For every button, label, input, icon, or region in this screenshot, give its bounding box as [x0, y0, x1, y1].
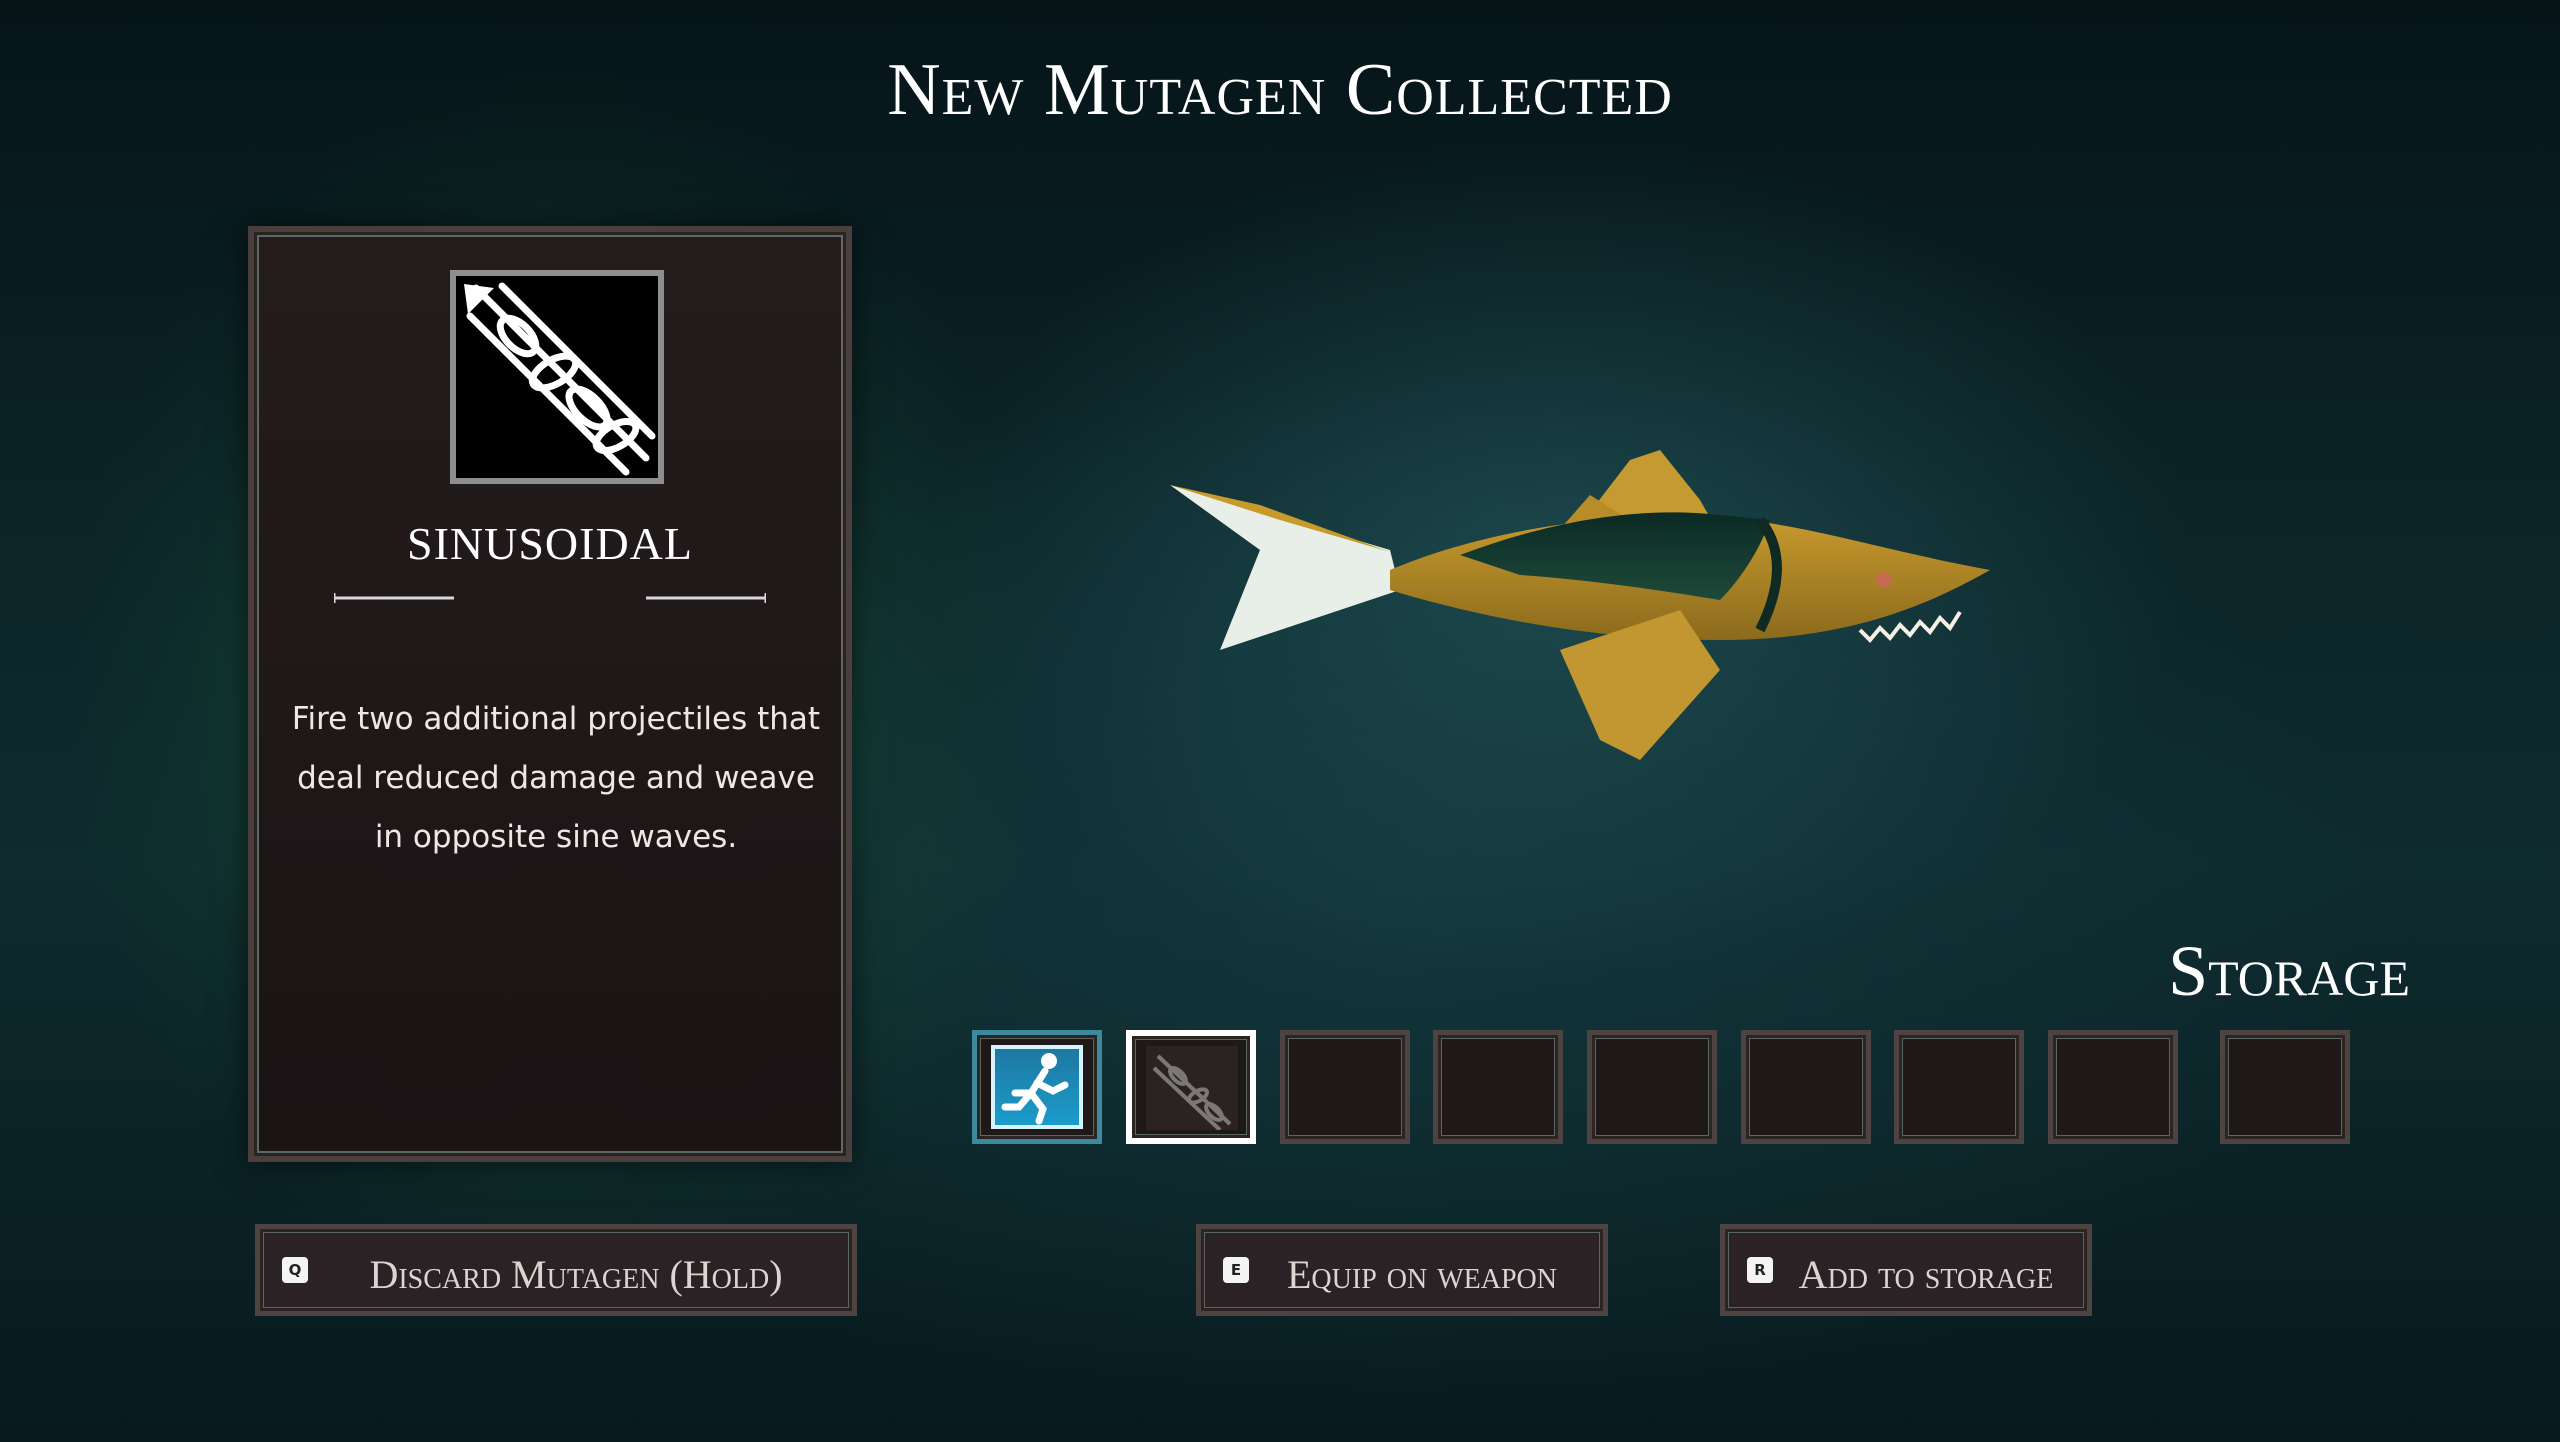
storage-label: Storage	[2168, 931, 2410, 1011]
slot-1-inner	[991, 1045, 1083, 1129]
slot-2-inner	[1146, 1046, 1238, 1132]
storage-slot-2[interactable]	[1126, 1030, 1256, 1144]
storage-slot-5[interactable]	[1587, 1030, 1717, 1144]
equip-on-weapon-button[interactable]: E Equip on weapon	[1196, 1224, 1608, 1316]
divider-left	[334, 593, 454, 603]
discard-label: Discard Mutagen (Hold)	[369, 1252, 783, 1297]
storage-slot-3[interactable]	[1280, 1030, 1410, 1144]
mutagen-name: SINUSOIDAL	[407, 518, 693, 569]
storage-slot-6[interactable]	[1741, 1030, 1871, 1144]
mutagen-description: Fire two additional projectiles that dea…	[291, 701, 821, 855]
divider-right	[646, 593, 766, 603]
discard-mutagen-button[interactable]: Q Discard Mutagen (Hold)	[255, 1224, 857, 1316]
key-q-icon: Q	[282, 1257, 308, 1283]
sinusoidal-projectile-icon	[1152, 1054, 1232, 1132]
storage-slot-8[interactable]	[2048, 1030, 2178, 1144]
mutagen-card: SINUSOIDAL Fire two additional projectil…	[248, 226, 852, 1162]
storage-slot-9[interactable]	[2220, 1030, 2350, 1144]
key-r-icon: R	[1747, 1257, 1773, 1283]
page-title: New Mutagen Collected	[887, 49, 1673, 131]
storage-slot-1[interactable]	[972, 1030, 1102, 1144]
mutagen-icon-frame	[450, 270, 664, 484]
storage-slot-4[interactable]	[1433, 1030, 1563, 1144]
storage-slot-7[interactable]	[1894, 1030, 2024, 1144]
store-label: Add to storage	[1798, 1252, 2054, 1297]
running-man-icon	[1001, 1053, 1069, 1125]
sinusoidal-projectile-icon	[464, 282, 656, 476]
fish-model	[1170, 450, 1990, 760]
key-e-icon: E	[1223, 1257, 1249, 1283]
equip-label: Equip on weapon	[1287, 1252, 1557, 1297]
add-to-storage-button[interactable]: R Add to storage	[1720, 1224, 2092, 1316]
